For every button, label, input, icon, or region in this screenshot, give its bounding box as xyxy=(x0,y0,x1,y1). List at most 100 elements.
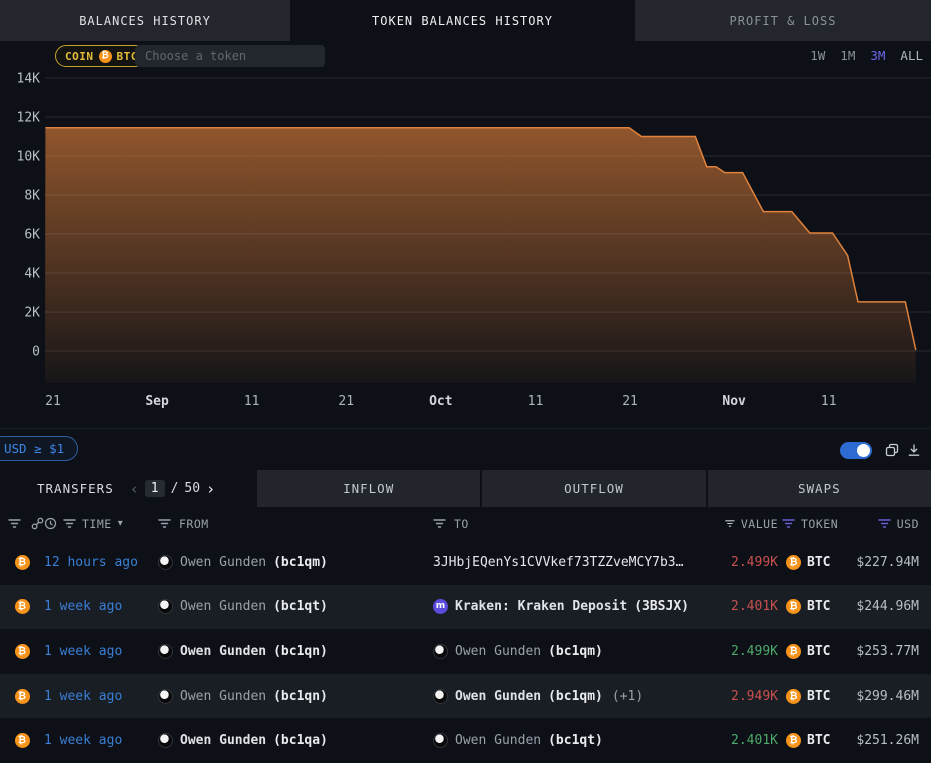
transfer-time-link[interactable]: 1 week ago xyxy=(44,644,150,659)
time-range-selector: 1W 1M 3M ALL xyxy=(810,48,923,63)
page-prev-button[interactable]: ‹ xyxy=(130,480,139,498)
token-search-input[interactable] xyxy=(135,45,325,67)
transfer-time-link[interactable]: 12 hours ago xyxy=(44,555,150,570)
token-cell: ₿BTC xyxy=(778,689,845,704)
range-3m[interactable]: 3M xyxy=(870,48,885,63)
page-separator: / xyxy=(171,481,179,496)
caret-down-icon[interactable]: ▾ xyxy=(118,518,124,529)
link-icon[interactable] xyxy=(31,517,44,530)
range-1w[interactable]: 1W xyxy=(810,48,825,63)
btc-icon: ₿ xyxy=(786,689,801,704)
filter-icon[interactable] xyxy=(158,518,171,529)
token-symbol: BTC xyxy=(807,555,830,570)
from-entity[interactable]: Owen Gunden(bc1qa) xyxy=(158,733,430,748)
entity-avatar xyxy=(158,599,173,614)
from-cell: Owen Gunden (bc1qn) xyxy=(150,689,430,704)
entity-address-id: (bc1qn) xyxy=(273,689,328,704)
table-row[interactable]: ₿1 week agoOwen Gunden(bc1qa)Owen Gunden… xyxy=(0,718,931,763)
y-axis-label: 4K xyxy=(24,267,40,282)
transfer-usd-value: $227.94M xyxy=(856,555,931,570)
x-axis-label: Oct xyxy=(429,394,452,409)
clock-icon[interactable] xyxy=(44,517,57,530)
filter-icon[interactable] xyxy=(8,518,21,529)
entity-name: Owen Gunden xyxy=(455,644,541,659)
entity-address-id: (bc1qn) xyxy=(273,644,328,659)
range-all[interactable]: ALL xyxy=(900,48,923,63)
token-cell: ₿BTC xyxy=(778,599,845,614)
entity-address-id: (3BSJX) xyxy=(634,599,689,614)
range-1m[interactable]: 1M xyxy=(840,48,855,63)
to-entity[interactable]: 3JHbjEQenYs1CVVkef73TZZveMCY7b3… xyxy=(433,555,725,570)
filter-icon[interactable] xyxy=(725,518,735,529)
entity-name: Owen Gunden xyxy=(180,689,266,704)
tab-balances-history[interactable]: BALANCES HISTORY xyxy=(0,0,290,41)
y-axis-label: 12K xyxy=(17,111,41,126)
entity-name: Owen Gunden xyxy=(180,599,266,614)
btc-icon: ₿ xyxy=(786,733,801,748)
btc-icon: ₿ xyxy=(786,555,801,570)
btc-icon: ₿ xyxy=(15,733,30,748)
usd-filter-chip[interactable]: USD ≥ $1 xyxy=(0,436,78,461)
toggle-knob xyxy=(857,444,870,457)
filter-toggle[interactable] xyxy=(840,442,872,459)
row-chain-cell: ₿ xyxy=(15,555,30,570)
transfer-time-link[interactable]: 1 week ago xyxy=(44,733,150,748)
coin-filter-badge[interactable]: COIN ₿ BTC xyxy=(55,45,148,67)
entity-name: Owen Gunden xyxy=(455,733,541,748)
x-axis-label: Sep xyxy=(145,394,169,409)
entity-address-id: (bc1qm) xyxy=(548,689,603,704)
transfer-time-link[interactable]: 1 week ago xyxy=(44,599,150,614)
coin-badge-label: COIN xyxy=(65,50,94,63)
from-entity[interactable]: Owen Gunden (bc1qn) xyxy=(158,689,430,704)
y-axis-label: 0 xyxy=(32,345,40,360)
page-total: 50 xyxy=(184,481,200,496)
x-axis-label: 21 xyxy=(45,394,61,409)
transfer-time-link[interactable]: 1 week ago xyxy=(44,689,150,704)
tab-transfers[interactable]: TRANSFERS ‹ 1 / 50 › xyxy=(0,470,255,507)
to-entity[interactable]: mKraken: Kraken Deposit(3BSJX) xyxy=(433,599,725,614)
to-entity[interactable]: Owen Gunden(bc1qm)(+1) xyxy=(433,689,725,704)
copy-icon xyxy=(884,442,900,458)
from-cell: Owen Gunden(bc1qt) xyxy=(150,599,430,614)
tab-token-balances-history[interactable]: TOKEN BALANCES HISTORY xyxy=(290,0,635,41)
transfer-usd-value: $299.46M xyxy=(856,689,931,704)
from-entity[interactable]: Owen Gunden(bc1qt) xyxy=(158,599,430,614)
filter-icon-active[interactable] xyxy=(878,518,891,529)
from-entity[interactable]: Owen Gunden(bc1qn) xyxy=(158,644,430,659)
entity-name: Owen Gunden xyxy=(180,555,266,570)
tab-profit-loss[interactable]: PROFIT & LOSS xyxy=(635,0,931,41)
download-button[interactable] xyxy=(906,442,922,458)
tab-outflow[interactable]: OUTFLOW xyxy=(480,470,705,507)
x-axis-label: 21 xyxy=(338,394,354,409)
table-row[interactable]: ₿1 week agoOwen Gunden(bc1qn)Owen Gunden… xyxy=(0,629,931,674)
table-row[interactable]: ₿1 week agoOwen Gunden(bc1qn)Owen Gunden… xyxy=(0,674,931,719)
tab-swaps[interactable]: SWAPS xyxy=(706,470,931,507)
filter-icon[interactable] xyxy=(433,518,446,529)
entity-address-id: (bc1qt) xyxy=(548,733,603,748)
entity-avatar xyxy=(158,689,173,704)
table-row[interactable]: ₿1 week agoOwen Gunden(bc1qt)mKraken: Kr… xyxy=(0,585,931,630)
col-usd-label: USD xyxy=(897,517,919,531)
tab-inflow[interactable]: INFLOW xyxy=(255,470,480,507)
entity-name: Owen Gunden xyxy=(180,733,266,748)
top-tab-bar: BALANCES HISTORY TOKEN BALANCES HISTORY … xyxy=(0,0,931,41)
entity-name: Owen Gunden xyxy=(455,689,541,704)
entity-avatar xyxy=(158,733,173,748)
table-row[interactable]: ₿ 12 hours ago Owen Gunden(bc1qm)3JHbjEQen… xyxy=(0,540,931,585)
copy-button[interactable] xyxy=(884,442,900,458)
to-entity[interactable]: Owen Gunden(bc1qm) xyxy=(433,644,725,659)
filter-icon[interactable] xyxy=(63,518,76,529)
transfer-value: 2.949K xyxy=(731,689,778,704)
to-entity[interactable]: Owen Gunden (bc1qt) xyxy=(433,733,725,748)
entity-avatar xyxy=(158,555,173,570)
x-axis-label: 11 xyxy=(821,394,837,409)
from-entity[interactable]: Owen Gunden(bc1qm) xyxy=(158,555,430,570)
page-next-button[interactable]: › xyxy=(206,480,215,498)
entity-avatar xyxy=(433,644,448,659)
filter-icon-active[interactable] xyxy=(782,518,795,529)
row-chain-cell: ₿ xyxy=(15,644,30,659)
y-axis-label: 6K xyxy=(24,228,40,243)
balance-area xyxy=(45,128,916,383)
token-cell: ₿BTC xyxy=(778,644,845,659)
y-axis-label: 8K xyxy=(24,189,40,204)
